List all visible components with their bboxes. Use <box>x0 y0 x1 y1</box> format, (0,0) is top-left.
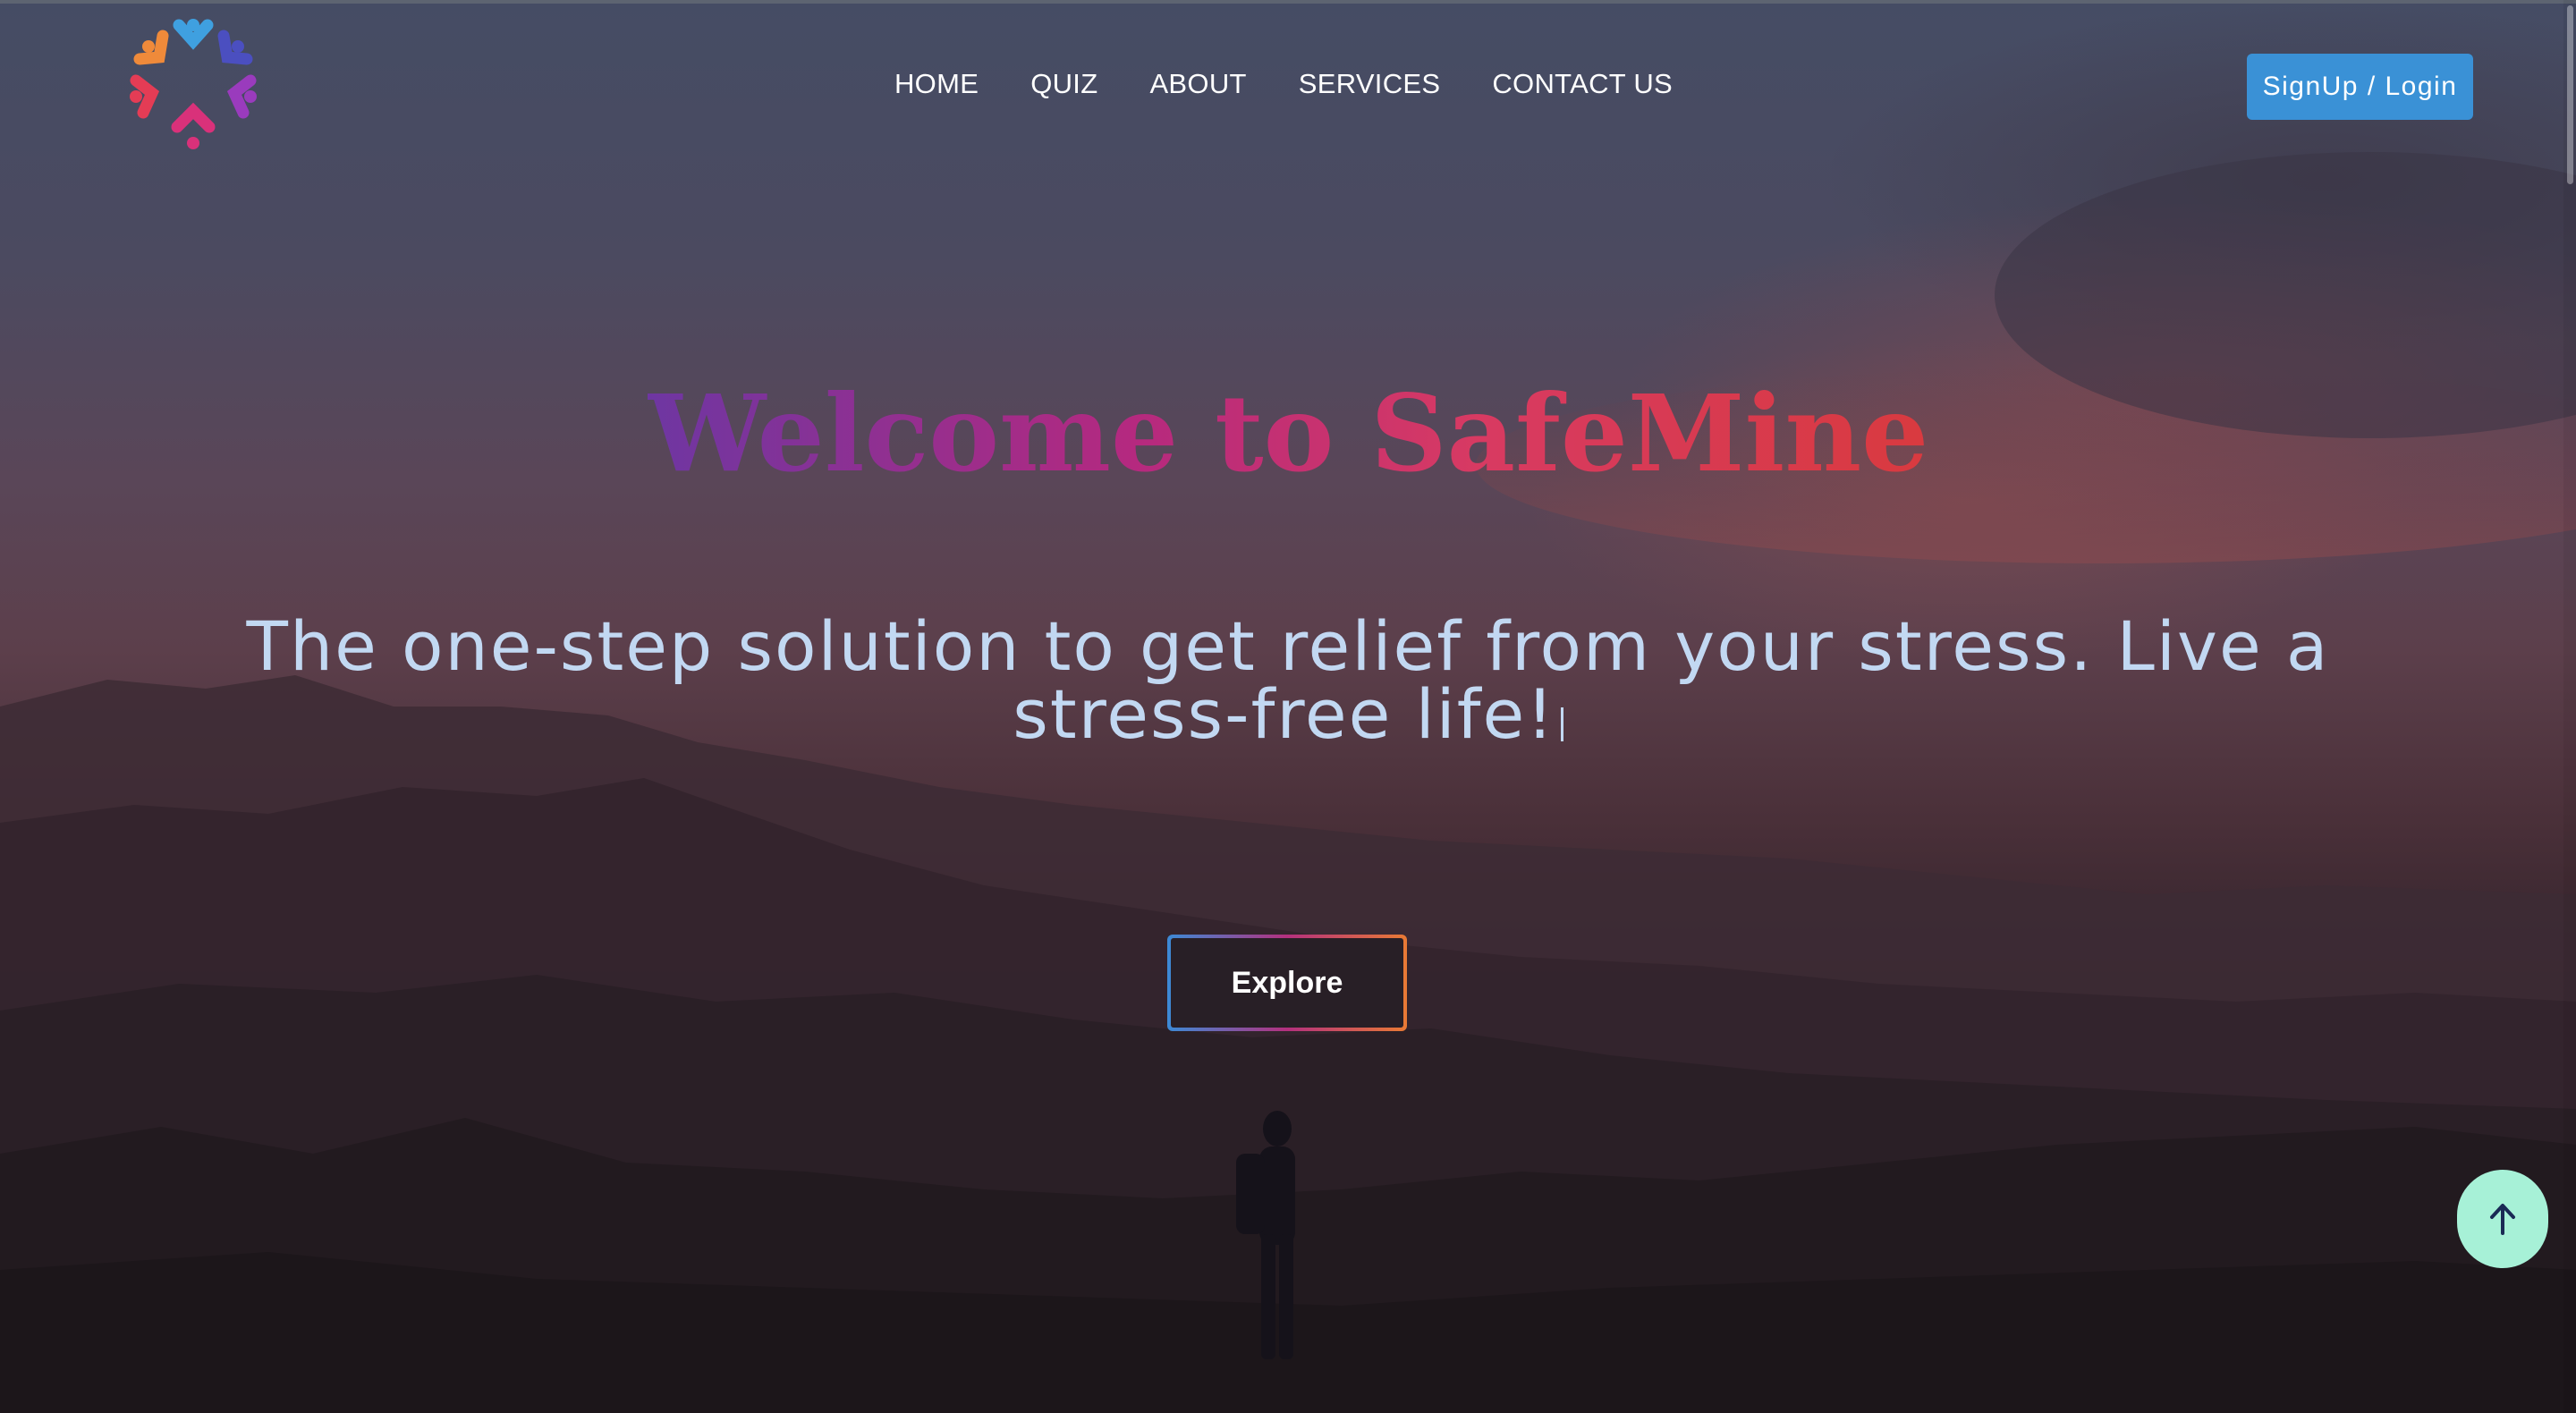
back-to-top-button[interactable] <box>2457 1170 2548 1268</box>
hero-tagline-text: The one-step solution to get relief from… <box>246 606 2330 754</box>
arrow-up-icon <box>2490 1204 2515 1235</box>
scrollbar-thumb[interactable] <box>2567 5 2573 184</box>
signup-login-button[interactable]: SignUp / Login <box>2247 54 2473 120</box>
safemine-logo-icon[interactable] <box>123 13 263 152</box>
scrollbar-track[interactable] <box>2563 0 2576 1413</box>
hero-title: Welcome to SafeMine <box>0 376 2576 492</box>
nav-services-link[interactable]: SERVICES <box>1299 68 1441 100</box>
main-navigation: HOME QUIZ ABOUT SERVICES CONTACT US <box>894 59 1673 109</box>
nav-about-link[interactable]: ABOUT <box>1149 68 1246 100</box>
nav-home-link[interactable]: HOME <box>894 68 979 100</box>
hero-tagline: The one-step solution to get relief from… <box>206 613 2370 749</box>
explore-button[interactable]: Explore <box>1171 938 1403 1028</box>
explore-button-border[interactable]: Explore <box>1167 935 1407 1031</box>
nav-quiz-link[interactable]: QUIZ <box>1030 68 1097 100</box>
nav-contact-link[interactable]: CONTACT US <box>1492 68 1673 100</box>
typing-caret <box>1560 707 1563 741</box>
hero-title-text: Welcome to SafeMine <box>647 371 1929 495</box>
